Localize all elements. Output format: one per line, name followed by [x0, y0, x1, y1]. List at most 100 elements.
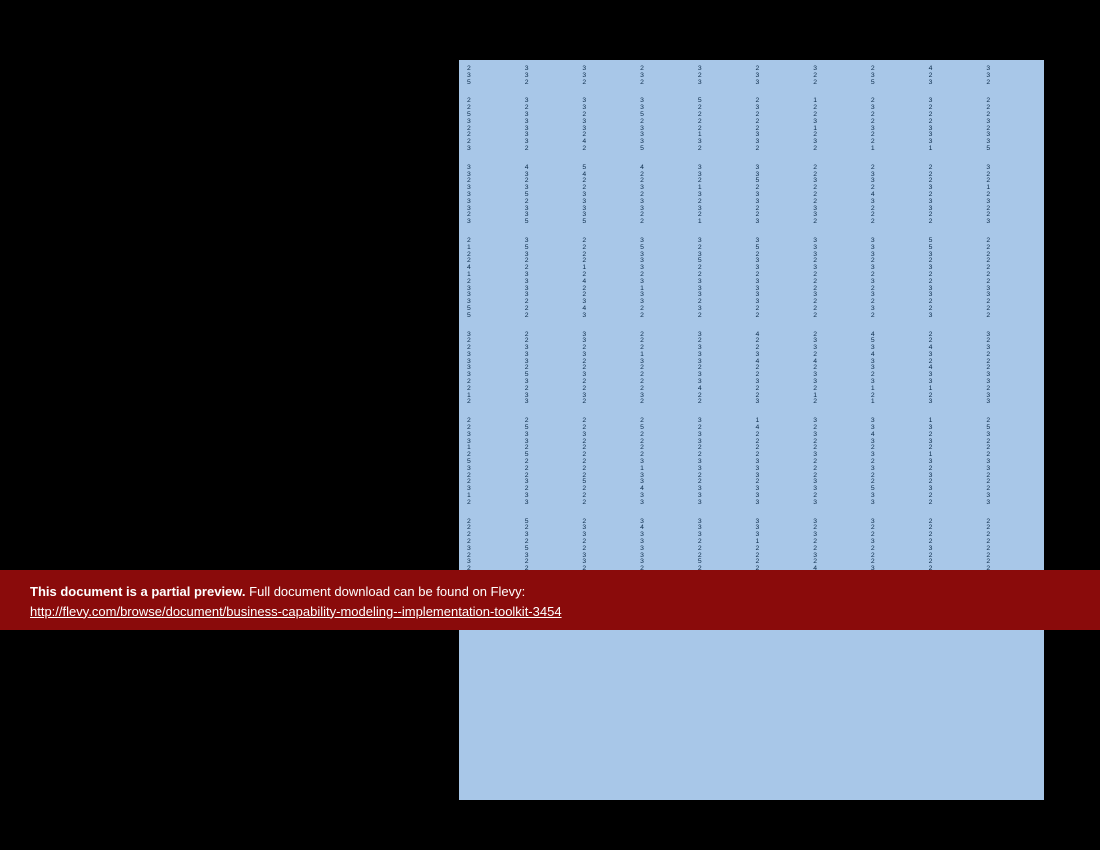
data-cell: 3	[809, 500, 867, 507]
data-cell: 2	[867, 132, 925, 139]
data-cell: 2	[809, 73, 867, 80]
data-cell: 2	[636, 399, 694, 406]
data-cell: 3	[463, 299, 521, 306]
data-cell: 2	[982, 272, 1040, 279]
data-cell: 2	[578, 245, 636, 252]
data-cell: 2	[694, 479, 752, 486]
data-cell: 5	[521, 219, 579, 226]
data-cell: 2	[809, 306, 867, 313]
data-cell: 2	[578, 445, 636, 452]
data-cell: 2	[752, 212, 810, 219]
data-cell: 3	[982, 286, 1040, 293]
data-cell: 3	[982, 332, 1040, 339]
data-cell: 3	[521, 500, 579, 507]
data-cell: 2	[867, 546, 925, 553]
data-cell: 3	[463, 432, 521, 439]
data-cell: 2	[694, 146, 752, 153]
data-cell: 2	[578, 500, 636, 507]
data-cell: 2	[578, 258, 636, 265]
data-cell: 3	[752, 73, 810, 80]
data-cell: 3	[809, 206, 867, 213]
data-block: 2323333352152525335223233233322223532222…	[463, 238, 1040, 320]
data-cell: 3	[636, 299, 694, 306]
data-cell: 3	[578, 199, 636, 206]
data-cell: 2	[578, 519, 636, 526]
data-cell: 3	[867, 178, 925, 185]
data-cell: 3	[925, 126, 983, 133]
data-cell: 3	[925, 372, 983, 379]
data-cell: 2	[982, 546, 1040, 553]
data-cell: 3	[463, 546, 521, 553]
data-cell: 2	[752, 119, 810, 126]
data-cell: 2	[694, 425, 752, 432]
data-cell: 2	[809, 332, 867, 339]
data-cell: 2	[463, 66, 521, 73]
data-cell: 3	[925, 399, 983, 406]
data-cell: 3	[578, 299, 636, 306]
data-cell: 2	[694, 445, 752, 452]
data-cell: 3	[809, 532, 867, 539]
data-cell: 2	[925, 73, 983, 80]
data-cell: 2	[809, 439, 867, 446]
data-cell: 3	[809, 418, 867, 425]
data-cell: 4	[925, 66, 983, 73]
data-cell: 2	[982, 473, 1040, 480]
data-cell: 5	[521, 546, 579, 553]
data-cell: 2	[463, 399, 521, 406]
data-cell: 3	[694, 345, 752, 352]
data-row: 1323332323	[463, 493, 1040, 500]
data-cell: 3	[809, 372, 867, 379]
data-cell: 2	[521, 539, 579, 546]
data-cell: 1	[694, 219, 752, 226]
data-cell: 5	[521, 192, 579, 199]
data-cell: 2	[463, 425, 521, 432]
data-cell: 2	[463, 279, 521, 286]
data-cell: 3	[636, 252, 694, 259]
data-cell: 2	[982, 386, 1040, 393]
data-cell: 2	[521, 105, 579, 112]
data-cell: 2	[982, 525, 1040, 532]
data-cell: 2	[694, 245, 752, 252]
data-row: 2234332222	[463, 525, 1040, 532]
banner-link[interactable]: http://flevy.com/browse/document/busines…	[30, 604, 562, 619]
data-block: 233232324333332323235222332532	[463, 66, 1040, 86]
data-cell: 2	[809, 313, 867, 320]
data-cell: 2	[578, 466, 636, 473]
data-cell: 2	[636, 452, 694, 459]
data-cell: 2	[578, 80, 636, 87]
data-cell: 2	[578, 399, 636, 406]
data-cell: 2	[925, 539, 983, 546]
data-cell: 3	[867, 466, 925, 473]
data-cell: 3	[463, 146, 521, 153]
data-cell: 3	[694, 80, 752, 87]
data-cell: 2	[867, 525, 925, 532]
data-cell: 3	[809, 345, 867, 352]
data-cell: 3	[982, 73, 1040, 80]
data-cell: 2	[752, 452, 810, 459]
data-row: 2332223222	[463, 212, 1040, 219]
data-cell: 2	[694, 546, 752, 553]
data-cell: 2	[982, 299, 1040, 306]
data-cell: 2	[867, 393, 925, 400]
data-cell: 3	[694, 466, 752, 473]
data-cell: 2	[982, 519, 1040, 526]
data-cell: 2	[925, 500, 983, 507]
data-cell: 2	[982, 338, 1040, 345]
data-cell: 5	[636, 245, 694, 252]
data-cell: 2	[636, 212, 694, 219]
data-cell: 3	[867, 73, 925, 80]
data-cell: 2	[809, 559, 867, 566]
data-cell: 2	[982, 439, 1040, 446]
data-cell: 2	[694, 73, 752, 80]
data-cell: 2	[925, 359, 983, 366]
data-cell: 4	[867, 192, 925, 199]
data-row: 3233522222	[463, 559, 1040, 566]
data-cell: 2	[809, 165, 867, 172]
data-cell: 3	[694, 306, 752, 313]
data-cell: 2	[694, 365, 752, 372]
data-cell: 2	[752, 206, 810, 213]
data-row: 5232222232	[463, 313, 1040, 320]
data-cell: 2	[463, 525, 521, 532]
data-cell: 5	[925, 245, 983, 252]
data-cell: 3	[752, 466, 810, 473]
